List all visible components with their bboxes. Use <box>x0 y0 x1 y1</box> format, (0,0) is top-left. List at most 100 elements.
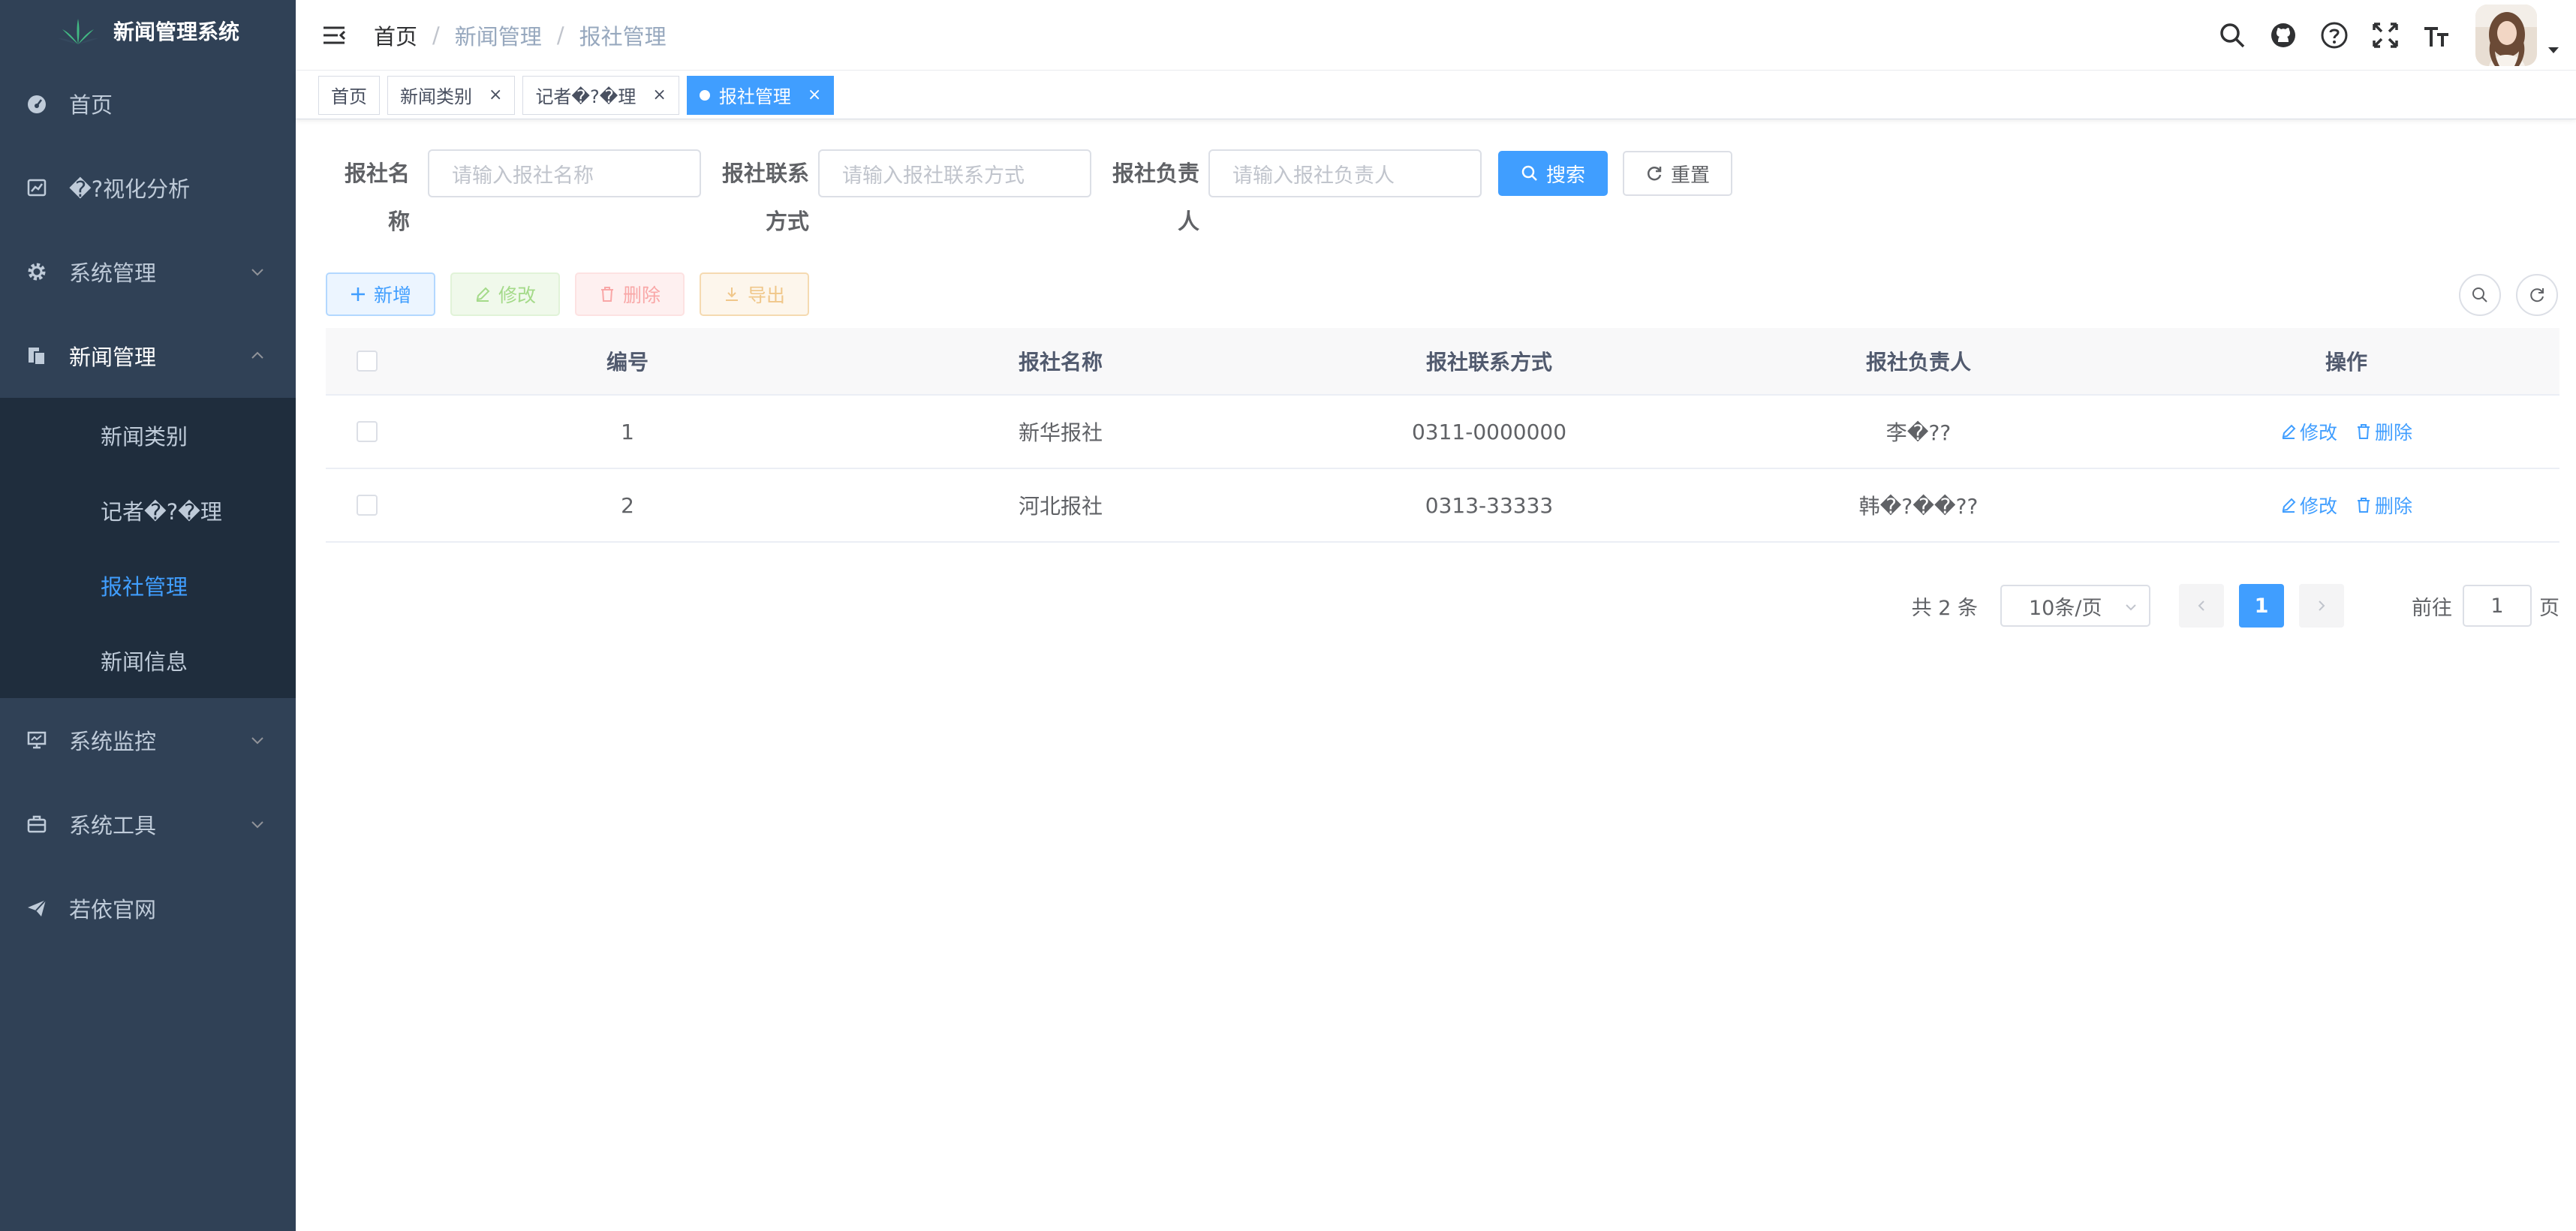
column-header: 编号 <box>606 350 649 375</box>
sidebar-item-news-info[interactable]: 新闻信息 <box>0 623 296 698</box>
row-delete-button[interactable]: 删除 <box>2355 492 2412 519</box>
row-edit-label: 修改 <box>2299 495 2337 517</box>
sidebar-item-newspaper[interactable]: 报社管理 <box>0 548 296 623</box>
select-all-checkbox[interactable] <box>357 351 378 372</box>
add-button[interactable]: 新增 <box>326 272 435 316</box>
chevron-down-icon <box>251 821 263 829</box>
tag-newspaper[interactable]: 报社管理 × <box>686 75 835 115</box>
close-icon[interactable]: × <box>808 86 821 104</box>
tag-reporter[interactable]: 记者�?�理 × <box>522 75 679 115</box>
pagination: 共 2 条 10条/页 1 前往 1 页 <box>1912 583 2559 628</box>
plus-icon <box>351 287 365 301</box>
reset-button[interactable]: 重置 <box>1623 151 1732 196</box>
sidebar-item-label: 新闻类别 <box>101 424 188 450</box>
cell-name: 河北报社 <box>1018 494 1103 519</box>
row-checkbox[interactable] <box>357 495 378 516</box>
edit-button[interactable]: 修改 <box>450 272 560 316</box>
sidebar-item-label: 系统工具 <box>69 813 157 838</box>
sidebar-item-label: 若依官网 <box>69 897 157 922</box>
edit-icon <box>2282 498 2296 513</box>
data-table: 编号 报社名称 报社联系方式 报社负责人 操作 1 新华报社 0311-0000… <box>326 328 2559 543</box>
sidebar-item-news[interactable]: 新闻管理 <box>0 314 296 398</box>
row-delete-label: 删除 <box>2375 495 2413 517</box>
trash-icon <box>2358 424 2370 439</box>
sidebar-item-system[interactable]: 系统管理 <box>0 230 296 314</box>
reset-button-label: 重置 <box>1670 164 1710 187</box>
delete-button[interactable]: 删除 <box>575 272 685 316</box>
sidebar-item-label: 记者�?�理 <box>101 499 222 525</box>
breadcrumb-separator: / <box>432 22 440 48</box>
row-edit-button[interactable]: 修改 <box>2280 492 2337 519</box>
help-icon[interactable] <box>2319 20 2349 50</box>
avatar[interactable] <box>2475 5 2537 66</box>
app-logo[interactable]: 新闻管理系统 <box>0 0 296 62</box>
sidebar-item-monitor[interactable]: 系统监控 <box>0 698 296 782</box>
close-icon[interactable]: × <box>652 86 666 104</box>
sidebar: 新闻管理系统 首页 �?视化分析 系统管理 新闻管理 新闻类别 记者�?�理 报… <box>0 0 296 1231</box>
goto-page-input[interactable]: 1 <box>2463 585 2532 627</box>
search-button[interactable]: 搜索 <box>1498 151 1608 196</box>
send-icon <box>26 897 48 919</box>
field-label-leader: 报社负责 人 <box>1112 161 1199 234</box>
name-input[interactable]: 请输入报社名称 <box>428 149 701 197</box>
row-edit-button[interactable]: 修改 <box>2280 418 2337 445</box>
search-icon[interactable] <box>2217 20 2247 50</box>
tag-news-category[interactable]: 新闻类别 × <box>387 75 516 115</box>
column-header: 操作 <box>2325 350 2367 375</box>
breadcrumb-separator: / <box>556 22 564 48</box>
sidebar-item-reporter[interactable]: 记者�?�理 <box>0 473 296 548</box>
table-header: 编号 报社名称 报社联系方式 报社负责人 操作 <box>326 328 2559 396</box>
gear-icon <box>26 260 48 283</box>
hamburger-icon[interactable] <box>321 23 347 48</box>
chevron-up-icon <box>251 351 263 359</box>
page-size-select[interactable]: 10条/页 <box>2000 585 2150 627</box>
tags-view: 首页 新闻类别 × 记者�?�理 × 报社管理 × <box>296 71 2576 119</box>
sidebar-item-website[interactable]: 若依官网 <box>0 866 296 950</box>
row-delete-button[interactable]: 删除 <box>2355 418 2412 445</box>
close-icon[interactable]: × <box>489 86 502 104</box>
github-icon[interactable] <box>2268 20 2298 50</box>
edit-icon <box>476 287 490 302</box>
sidebar-item-home[interactable]: 首页 <box>0 62 296 146</box>
breadcrumb-home[interactable]: 首页 <box>374 20 417 51</box>
sidebar-item-analytics[interactable]: �?视化分析 <box>0 146 296 230</box>
refresh-button[interactable] <box>2516 274 2558 316</box>
export-button[interactable]: 导出 <box>700 272 809 316</box>
field-label-name: 报社名称 <box>344 161 410 234</box>
edit-button-label: 修改 <box>498 284 536 306</box>
row-checkbox[interactable] <box>357 421 378 442</box>
cell-actions: 修改 删除 <box>2133 469 2559 541</box>
breadcrumb: 首页 / 新闻管理 / 报社管理 <box>374 20 667 51</box>
breadcrumb-news: 新闻管理 <box>454 23 542 50</box>
cell-leader: 韩�?��?? <box>1858 494 1979 519</box>
sidebar-item-news-category[interactable]: 新闻类别 <box>0 398 296 473</box>
column-header: 报社联系方式 <box>1425 350 1552 375</box>
cell-id: 2 <box>621 492 634 518</box>
toggle-search-button[interactable] <box>2459 274 2501 316</box>
prev-page-button[interactable] <box>2179 584 2224 628</box>
caret-down-icon[interactable] <box>2546 43 2561 58</box>
sidebar-item-label: 新闻信息 <box>101 649 188 675</box>
sidebar-item-label: 新闻管理 <box>69 345 157 370</box>
sidebar-item-label: 报社管理 <box>101 574 188 600</box>
sidebar-item-label: 首页 <box>69 92 113 118</box>
tag-label: 记者�?�理 <box>535 86 636 107</box>
page-number-button[interactable]: 1 <box>2239 584 2284 628</box>
add-button-label: 新增 <box>373 284 411 306</box>
sidebar-item-tools[interactable]: 系统工具 <box>0 782 296 866</box>
table-row: 2 河北报社 0313-33333 韩�?��?? 修改 删除 <box>326 469 2559 543</box>
leader-input[interactable]: 请输入报社负责人 <box>1208 149 1482 197</box>
next-page-button[interactable] <box>2299 584 2344 628</box>
dashboard-icon <box>26 92 48 115</box>
document-icon <box>26 345 48 367</box>
toolbox-icon <box>26 813 48 835</box>
chevron-down-icon <box>251 737 263 745</box>
fullscreen-icon[interactable] <box>2370 20 2400 50</box>
tag-label: 新闻类别 <box>400 86 472 107</box>
phone-input[interactable]: 请输入报社联系方式 <box>818 149 1091 197</box>
column-header: 报社名称 <box>1018 350 1103 375</box>
tag-home[interactable]: 首页 <box>318 75 380 115</box>
search-icon <box>2472 287 2487 302</box>
export-button-label: 导出 <box>747 284 785 306</box>
font-size-icon[interactable] <box>2421 20 2451 50</box>
